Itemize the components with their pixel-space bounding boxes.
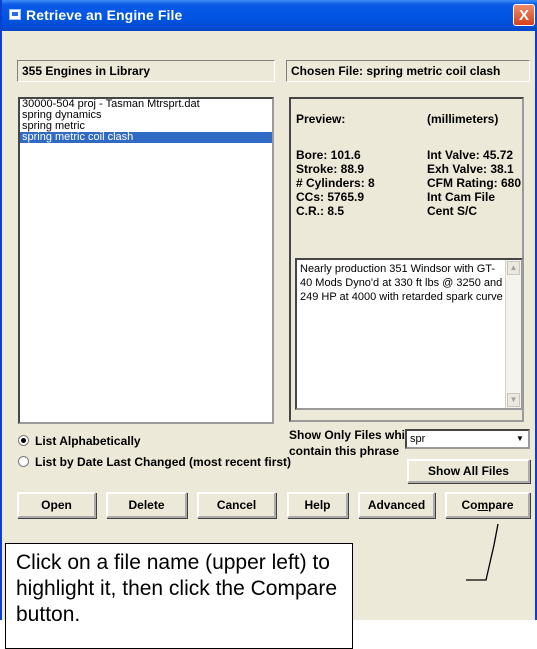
instruction-callout: Click on a file name (upper left) to hig… (5, 543, 353, 649)
callout-text: Click on a file name (upper left) to hig… (16, 551, 337, 626)
